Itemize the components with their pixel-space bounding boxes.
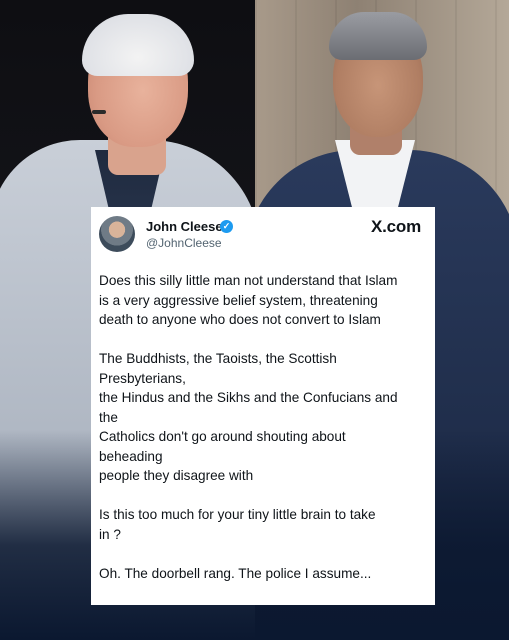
text-line: people they disagree with: [99, 468, 254, 483]
text-line: Does this silly little man not understan…: [99, 273, 398, 288]
left-person-hair: [82, 14, 194, 76]
text-line: The Buddhists, the Taoists, the Scottish: [99, 351, 337, 366]
text-line: death to anyone who does not convert to …: [99, 312, 381, 327]
tweet-body: Does this silly little man not understan…: [99, 271, 429, 603]
author-handle[interactable]: @JohnCleese: [146, 236, 222, 250]
text-line: Catholics don't go around shouting about: [99, 429, 346, 444]
text-line: the Hindus and the Sikhs and the Confuci…: [99, 390, 398, 405]
text-line: the: [99, 409, 118, 425]
text-line: Oh. The doorbell rang. The police I assu…: [99, 565, 372, 581]
paragraph-4: Oh. The doorbell rang. The police I assu…: [99, 564, 429, 584]
right-person-hair: [329, 12, 427, 60]
verified-badge-icon: ✓: [220, 220, 233, 233]
headset-mic: [92, 110, 106, 114]
image-composite: John Cleese ✓ @JohnCleese X.com Does thi…: [0, 0, 509, 640]
text-line: beheading: [99, 448, 163, 464]
x-logo: X.com: [370, 217, 421, 236]
paragraph-3: Is this too much for your tiny little br…: [99, 505, 429, 544]
text-line: is a very aggressive belief system, thre…: [99, 292, 378, 308]
author-name[interactable]: John Cleese: [146, 219, 223, 234]
text-line: Presbyterians,: [99, 370, 186, 386]
paragraph-2: The Buddhists, the Taoists, the Scottish…: [99, 349, 429, 486]
text-line: in ?: [99, 526, 121, 542]
text-line: Is this too much for your tiny little br…: [99, 507, 376, 522]
tweet-card: John Cleese ✓ @JohnCleese X.com Does thi…: [91, 207, 435, 605]
paragraph-1: Does this silly little man not understan…: [99, 271, 429, 330]
avatar[interactable]: [99, 216, 135, 252]
